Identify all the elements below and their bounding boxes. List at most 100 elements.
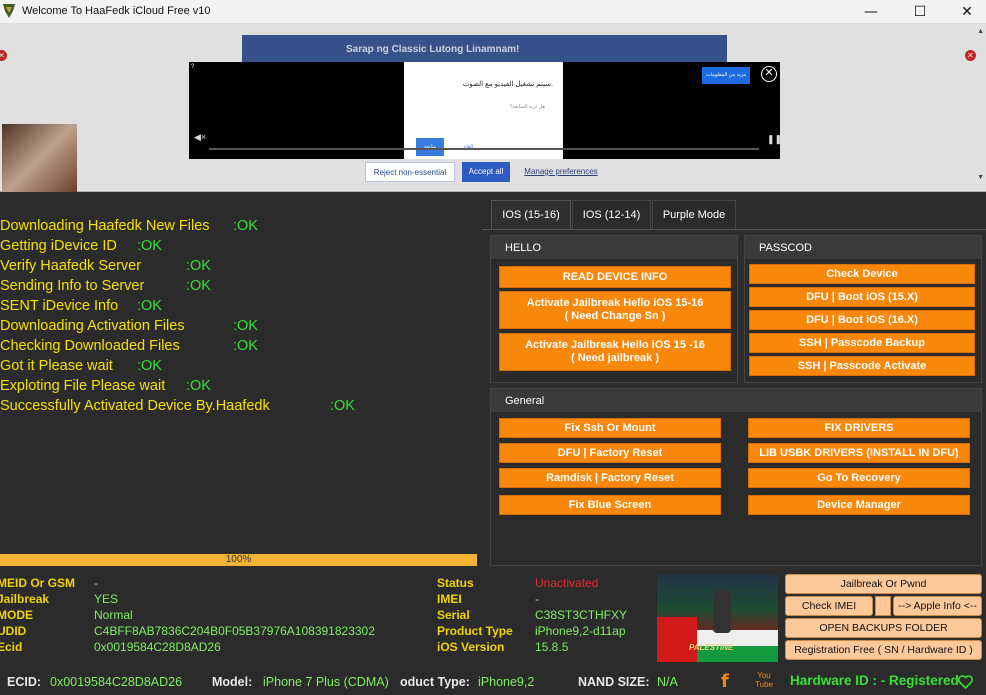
log-ok: :OK — [233, 318, 258, 334]
ad-area: Sarap ng Classic Lutong Linamnam! ✕ ✕ ? … — [0, 24, 986, 192]
tab-ios-12-14[interactable]: IOS (12-14) — [572, 200, 651, 229]
dialog-question: هل تريد المتابعة؟ — [509, 104, 545, 110]
dfu-boot-16-button[interactable]: DFU | Boot iOS (16.X) — [749, 310, 975, 330]
scroll-up-icon[interactable]: ▲ — [977, 28, 984, 35]
video-close-icon[interactable]: ✕ — [761, 66, 777, 82]
general-group: General Fix Ssh Or Mount DFU | Factory R… — [490, 388, 982, 566]
tab-panel: HELLO READ DEVICE INFO Activate Jailbrea… — [482, 229, 986, 569]
check-imei-button[interactable]: Check IMEI — [785, 596, 873, 616]
maximize-button[interactable]: ☐ — [897, 0, 943, 24]
ios-version-value: 15.8.5 — [535, 640, 569, 654]
read-device-info-button[interactable]: READ DEVICE INFO — [499, 266, 731, 288]
tab-ios-15-16[interactable]: IOS (15-16) — [491, 200, 571, 231]
log-line: Exploting File Please wait:OK — [0, 378, 211, 394]
close-button[interactable]: ✕ — [944, 0, 986, 24]
log-line: Getting iDevice ID:OK — [0, 238, 162, 254]
heart-icon — [958, 675, 973, 689]
hardware-id-status: Hardware ID : - Registered — [790, 673, 959, 688]
fix-blue-screen-button[interactable]: Fix Blue Screen — [499, 495, 721, 515]
apple-info-button[interactable]: --> Apple Info <-- — [893, 596, 982, 616]
jailbreak-label: Jailbreak — [0, 592, 50, 606]
ios-version-label: iOS Version — [437, 640, 505, 654]
imei-value: - — [535, 592, 539, 606]
product-type-value: iPhone9,2-d11ap — [535, 624, 626, 638]
status-nand-value: N/A — [657, 675, 678, 689]
passcode-group-title: PASSCOD — [745, 236, 981, 260]
facebook-icon[interactable]: f — [721, 671, 735, 692]
ad-dialog: سيتم تشغيل الفيديو مع الصوت. هل تريد الم… — [404, 62, 563, 159]
passcode-group: PASSCOD Check Device DFU | Boot iOS (15.… — [744, 235, 982, 383]
udid-label: UDID — [0, 624, 27, 638]
hello-group: HELLO READ DEVICE INFO Activate Jailbrea… — [490, 235, 738, 383]
scroll-down-icon[interactable]: ▼ — [977, 174, 984, 181]
window-title: Welcome To HaaFedk iCloud Free v10 — [22, 5, 211, 17]
meid-value: - — [94, 576, 98, 590]
device-manager-button[interactable]: Device Manager — [748, 495, 970, 515]
log-ok: :OK — [137, 298, 162, 314]
status-nand-label: NAND SIZE: — [578, 675, 650, 689]
ramdisk-factory-reset-button[interactable]: Ramdisk | Factory Reset — [499, 468, 721, 488]
mode-value: Normal — [94, 608, 133, 622]
lib-usbk-drivers-button[interactable]: LIB USBK DRIVERS (INSTALL IN DFU) — [748, 443, 970, 463]
log-panel: Downloading Haafedk New Files:OK Getting… — [0, 218, 480, 418]
video-progress[interactable] — [209, 148, 759, 150]
log-line: Downloading Activation Files:OK — [0, 318, 258, 334]
registration-button[interactable]: Registration Free ( SN / Hardware ID ) — [785, 640, 982, 660]
status-bar: ECID: 0x0019584C28D8AD26 Model: iPhone 7… — [0, 668, 986, 695]
log-line: Downloading Haafedk New Files:OK — [0, 218, 258, 234]
serial-label: Serial — [437, 608, 470, 622]
udid-value: C4BFF8AB7836C204B0F05B37976A108391823302 — [94, 624, 375, 638]
manage-preferences-link[interactable]: Manage preferences — [523, 162, 599, 182]
log-ok: :OK — [186, 378, 211, 394]
meid-label: MEID Or GSM — [0, 576, 76, 590]
accept-button[interactable]: Accept all — [462, 162, 510, 182]
fix-ssh-mount-button[interactable]: Fix Ssh Or Mount — [499, 418, 721, 438]
status-model-label: Model: — [212, 675, 253, 689]
log-ok: :OK — [186, 278, 211, 294]
help-icon[interactable]: ? — [191, 64, 194, 70]
log-line: Verify Haafedk Server:OK — [0, 258, 211, 274]
fix-drivers-button[interactable]: FIX DRIVERS — [748, 418, 970, 438]
pause-icon[interactable]: ❚❚ — [767, 134, 782, 145]
mode-label: MODE — [0, 608, 33, 622]
more-info-button[interactable]: مزيد من المعلومات — [702, 67, 750, 84]
app-logo-icon — [3, 4, 15, 18]
jailbreak-pwnd-button[interactable]: Jailbreak Or Pwnd — [785, 574, 982, 594]
check-device-button[interactable]: Check Device — [749, 264, 975, 284]
status-product-value: iPhone9,2 — [478, 675, 535, 689]
minimize-button[interactable]: — — [848, 0, 894, 24]
log-ok: :OK — [330, 398, 355, 414]
log-line: Checking Downloaded Files:OK — [0, 338, 258, 354]
dfu-boot-15-button[interactable]: DFU | Boot iOS (15.X) — [749, 287, 975, 307]
progress-label: 100% — [225, 554, 252, 565]
log-ok: :OK — [137, 238, 162, 254]
activate-jailbreak-change-sn-button[interactable]: Activate Jailbreak Hello iOS 15-16 ( Nee… — [499, 291, 731, 329]
ecid-value: 0x0019584C28D8AD26 — [94, 640, 221, 654]
reject-button[interactable]: Reject non-essential — [365, 162, 455, 182]
imei-label: IMEI — [437, 592, 462, 606]
log-line: Sending Info to Server:OK — [0, 278, 211, 294]
status-ecid-value: 0x0019584C28D8AD26 — [50, 675, 183, 689]
ad-video[interactable]: ? سيتم تشغيل الفيديو مع الصوت. هل تريد ا… — [189, 62, 782, 159]
tab-purple-mode[interactable]: Purple Mode — [652, 200, 736, 229]
dfu-factory-reset-button[interactable]: DFU | Factory Reset — [499, 443, 721, 463]
dialog-continue-button[interactable]: متابعة — [416, 138, 444, 156]
dialog-message: سيتم تشغيل الفيديو مع الصوت. — [462, 81, 553, 88]
general-group-title: General — [491, 389, 981, 413]
ssh-passcode-backup-button[interactable]: SSH | Passcode Backup — [749, 333, 975, 353]
log-ok: :OK — [233, 218, 258, 234]
imei-checkbox[interactable] — [875, 596, 891, 616]
open-backups-folder-button[interactable]: OPEN BACKUPS FOLDER — [785, 618, 982, 638]
activate-jailbreak-need-jailbreak-button[interactable]: Activate Jailbreak Hello iOS 15 -16 ( Ne… — [499, 333, 731, 371]
ssh-passcode-activate-button[interactable]: SSH | Passcode Activate — [749, 356, 975, 376]
youtube-icon[interactable]: You Tube — [755, 671, 773, 691]
log-line: Got it Please wait:OK — [0, 358, 162, 374]
status-value: Unactivated — [535, 576, 599, 590]
log-ok: :OK — [137, 358, 162, 374]
status-label: Status — [437, 576, 474, 590]
status-model-value: iPhone 7 Plus (CDMA) — [263, 675, 389, 689]
poster-caption: PALESTINE — [689, 643, 734, 652]
ecid-label: Ecid — [0, 640, 23, 654]
mute-icon[interactable]: ◀× — [194, 132, 206, 143]
go-to-recovery-button[interactable]: Go To Recovery — [748, 468, 970, 488]
